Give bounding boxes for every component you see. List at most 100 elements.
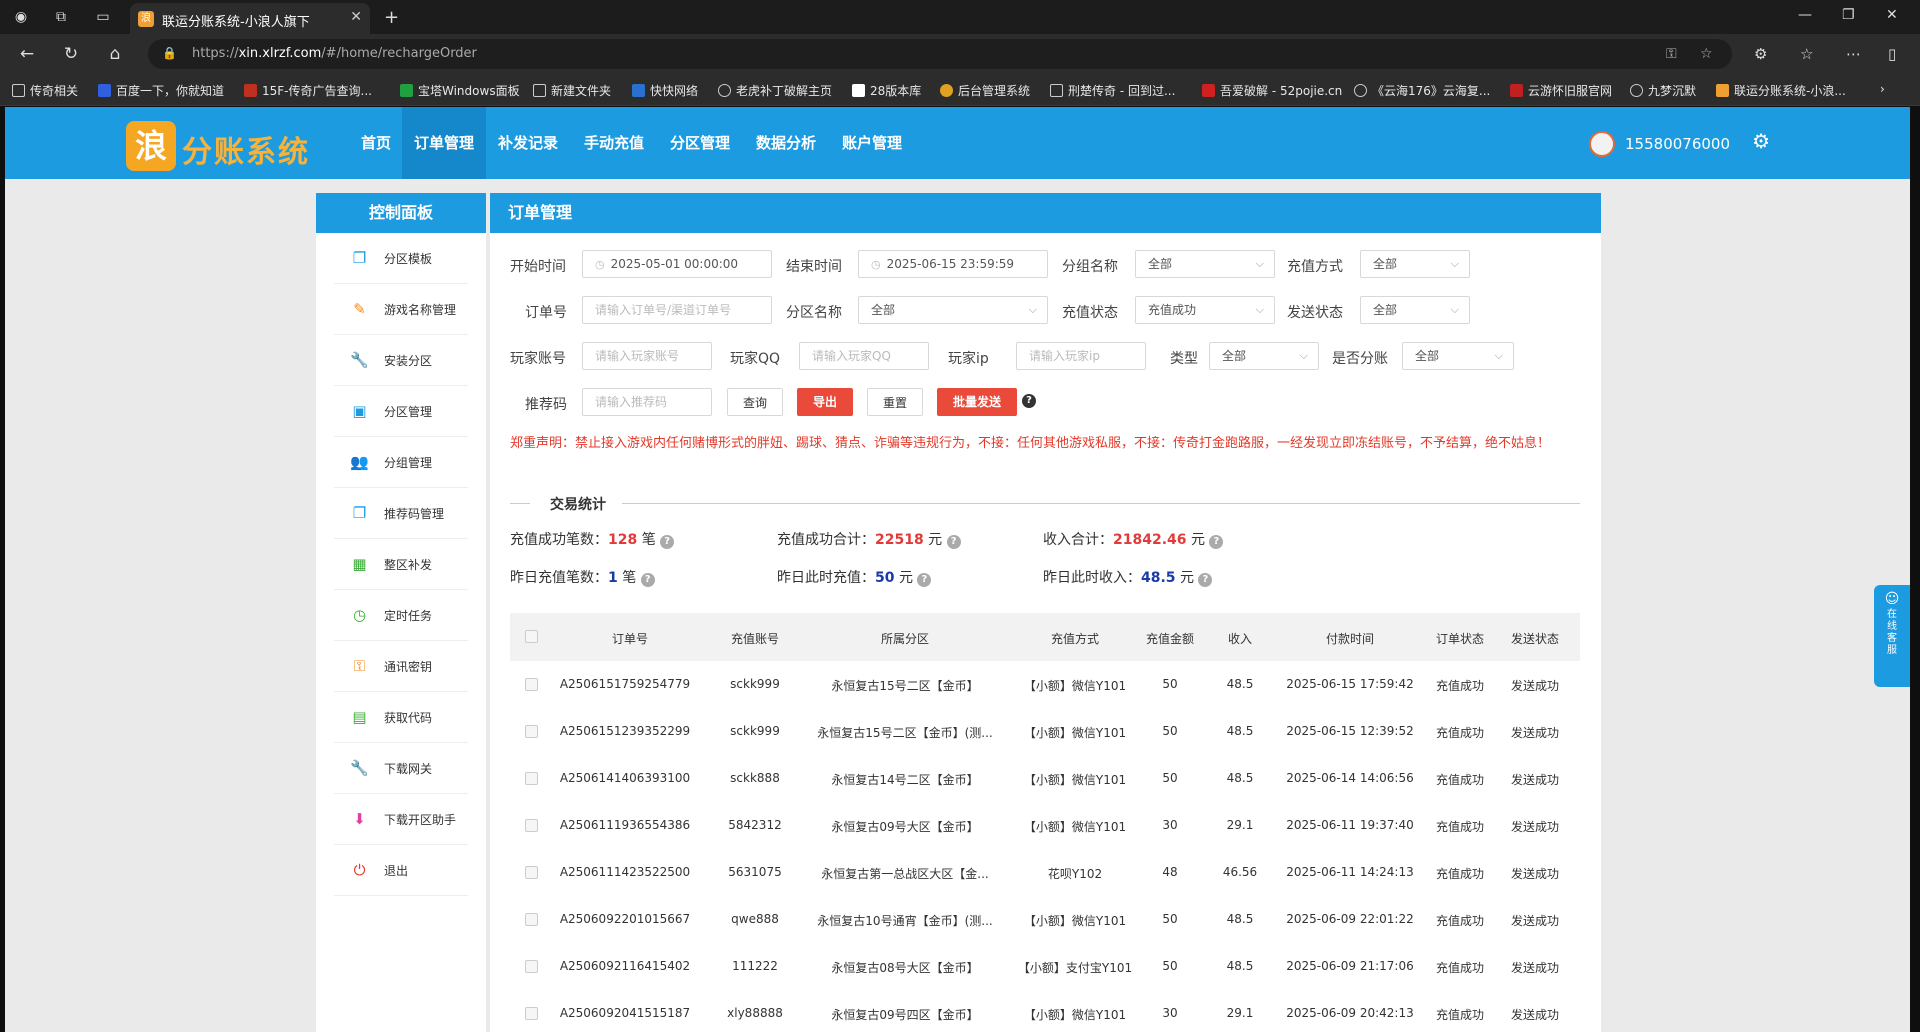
more-icon[interactable]: ⋯ [1846, 45, 1861, 63]
sidebar-item[interactable]: ❐ 分区模板 [334, 233, 468, 284]
table-row[interactable]: A2506141406393100 sckk888 永恒复古14号二区【金币】 【小额… [510, 755, 1580, 803]
help-icon[interactable]: ? [1198, 573, 1213, 587]
address-bar[interactable]: 🔒 https://xin.xlrzf.com/#/home/rechargeO… [148, 39, 1732, 69]
bookmark-item[interactable]: 吾爱破解 - 52pojie.cn [1202, 82, 1342, 99]
extensions-icon[interactable]: ⚙ [1754, 45, 1767, 63]
help-icon[interactable]: ? [660, 535, 675, 549]
sidebar-item[interactable]: ⬇ 下载开区助手 [334, 794, 468, 845]
table-row[interactable]: A2506092116415402 111222 永恒复古08号大区【金币】 【小额】… [510, 943, 1580, 991]
favorites-icon[interactable]: ☆ [1800, 45, 1813, 63]
online-support-widget[interactable]: ☺ 在线客服 [1874, 585, 1910, 687]
table-row[interactable]: A2506151239352299 sckk999 永恒复古15号二区【金币】(测.… [510, 708, 1580, 756]
select-all-checkbox[interactable] [525, 630, 538, 643]
table-row[interactable]: A2506111936554386 5842312 永恒复古09号大区【金币】 【小额… [510, 802, 1580, 850]
user-menu[interactable]: 15580076000 [1589, 131, 1730, 157]
nav-data-analysis[interactable]: 数据分析 [744, 107, 828, 179]
group-name-select[interactable]: 全部 ⌵ [1135, 250, 1275, 278]
bookmark-item[interactable]: 28版本库 [852, 82, 921, 99]
player-account-input[interactable]: 请输入玩家账号 [582, 342, 712, 370]
split-select[interactable]: 全部 ⌵ [1402, 342, 1514, 370]
browser-tab[interactable]: 浪 联运分账系统-小浪人旗下 ✕ [130, 3, 370, 34]
window-close-icon[interactable]: ✕ [1886, 7, 1898, 23]
sidebar-item[interactable]: ✎ 游戏名称管理 [334, 284, 468, 335]
recharge-status-select[interactable]: 充值成功 ⌵ [1135, 296, 1275, 324]
row-checkbox[interactable] [525, 866, 538, 879]
sidebar-item[interactable]: ⚿ 通讯密钥 [334, 641, 468, 692]
sidebar-item[interactable]: 👥 分组管理 [334, 437, 468, 488]
start-time-input[interactable]: ◷ 2025-05-01 00:00:00 [582, 250, 772, 278]
workspaces-icon[interactable]: ⧉ [52, 8, 70, 26]
send-status-select[interactable]: 全部 ⌵ [1360, 296, 1470, 324]
row-checkbox[interactable] [525, 678, 538, 691]
bookmark-item[interactable]: 传奇相关 [12, 82, 78, 99]
bookmark-item[interactable]: 新建文件夹 [533, 82, 611, 99]
row-checkbox[interactable] [525, 725, 538, 738]
nav-resend-records[interactable]: 补发记录 [486, 107, 570, 179]
recharge-method-select[interactable]: 全部 ⌵ [1360, 250, 1470, 278]
bookmark-item[interactable]: 宝塔Windows面板 [400, 82, 520, 99]
close-tab-icon[interactable]: ✕ [350, 9, 362, 25]
sidebar-item[interactable]: 🔧 下载网关 [334, 743, 468, 794]
sidebar-item[interactable]: 🔧 安装分区 [334, 335, 468, 386]
type-select[interactable]: 全部 ⌵ [1209, 342, 1319, 370]
bookmark-item[interactable]: 九梦沉默 [1630, 82, 1696, 99]
nav-order-management[interactable]: 订单管理 [402, 107, 487, 179]
bookmark-item[interactable]: 后台管理系统 [940, 82, 1030, 99]
order-no-input[interactable]: 请输入订单号/渠道订单号 [582, 296, 772, 324]
player-qq-input[interactable]: 请输入玩家QQ [799, 342, 929, 370]
query-button[interactable]: 查询 [727, 388, 783, 416]
batch-send-button[interactable]: 批量发送 [937, 388, 1017, 416]
referral-code-input[interactable]: 请输入推荐码 [582, 388, 712, 416]
sidebar-item[interactable]: ◷ 定时任务 [334, 590, 468, 641]
new-tab-icon[interactable]: + [384, 7, 399, 28]
bookmarks-overflow-icon[interactable]: › [1880, 82, 1885, 96]
row-checkbox[interactable] [525, 819, 538, 832]
sidebar-item[interactable]: ▦ 整区补发 [334, 539, 468, 590]
row-checkbox[interactable] [525, 960, 538, 973]
nav-home[interactable]: 首页 [349, 107, 403, 179]
help-icon[interactable]: ? [917, 573, 932, 587]
player-ip-input[interactable]: 请输入玩家ip [1016, 342, 1146, 370]
bookmark-item[interactable]: 老虎补丁破解主页 [718, 82, 832, 99]
help-icon[interactable]: ? [946, 535, 961, 549]
bookmark-item[interactable]: 15F-传奇广告查询... [244, 82, 372, 99]
help-icon[interactable]: ? [1022, 394, 1036, 408]
gear-icon[interactable]: ⚙ [1752, 129, 1770, 153]
bookmark-item[interactable]: 快快网络 [632, 82, 698, 99]
nav-zone-management[interactable]: 分区管理 [658, 107, 742, 179]
back-icon[interactable]: ← [16, 44, 38, 64]
home-icon[interactable]: ⌂ [104, 44, 126, 64]
bookmark-item[interactable]: 刑楚传奇 - 回到过... [1050, 82, 1175, 99]
table-row[interactable]: A2506092201015667 qwe888 永恒复古10号通宵【金币】(测..… [510, 896, 1580, 944]
sidebar-toggle-icon[interactable]: ▯ [1888, 45, 1896, 63]
help-icon[interactable]: ? [1209, 535, 1224, 549]
nav-account-management[interactable]: 账户管理 [830, 107, 914, 179]
bookmark-item[interactable]: 百度一下，你就知道 [98, 82, 224, 99]
bookmark-item[interactable]: 云游怀旧服官网 [1510, 82, 1612, 99]
end-time-input[interactable]: ◷ 2025-06-15 23:59:59 [858, 250, 1048, 278]
export-button[interactable]: 导出 [797, 388, 853, 416]
row-checkbox[interactable] [525, 1007, 538, 1020]
sidebar-item[interactable]: ▣ 分区管理 [334, 386, 468, 437]
reload-icon[interactable]: ↻ [60, 44, 82, 64]
nav-manual-recharge[interactable]: 手动充值 [572, 107, 656, 179]
table-row[interactable]: A2506151759254779 sckk999 永恒复古15号二区【金币】 【小额… [510, 661, 1580, 709]
favorite-star-icon[interactable]: ☆ [1700, 46, 1713, 62]
row-checkbox[interactable] [525, 913, 538, 926]
tab-actions-icon[interactable]: ▭ [94, 8, 112, 26]
table-row[interactable]: A2506111423522500 5631075 永恒复古第一总战区大区【金...… [510, 849, 1580, 897]
bookmark-item[interactable]: 联运分账系统-小浪... [1716, 82, 1846, 99]
minimize-icon[interactable]: — [1798, 7, 1812, 23]
help-icon[interactable]: ? [640, 573, 655, 587]
reset-button[interactable]: 重置 [867, 388, 923, 416]
table-row[interactable]: A2506092041515187 xly88888 永恒复古09号四区【金币】 【小… [510, 990, 1580, 1032]
sidebar-item[interactable]: ▤ 获取代码 [334, 692, 468, 743]
profile-icon[interactable]: ◉ [12, 8, 30, 26]
row-checkbox[interactable] [525, 772, 538, 785]
restore-icon[interactable]: ❐ [1842, 7, 1855, 23]
zone-name-select[interactable]: 全部 ⌵ [858, 296, 1048, 324]
key-icon[interactable]: ⚿ [1666, 46, 1677, 62]
sidebar-item[interactable]: ⏻ 退出 [334, 845, 468, 896]
sidebar-item[interactable]: ❐ 推荐码管理 [334, 488, 468, 539]
bookmark-item[interactable]: 《云海176》云海复... [1354, 82, 1490, 99]
